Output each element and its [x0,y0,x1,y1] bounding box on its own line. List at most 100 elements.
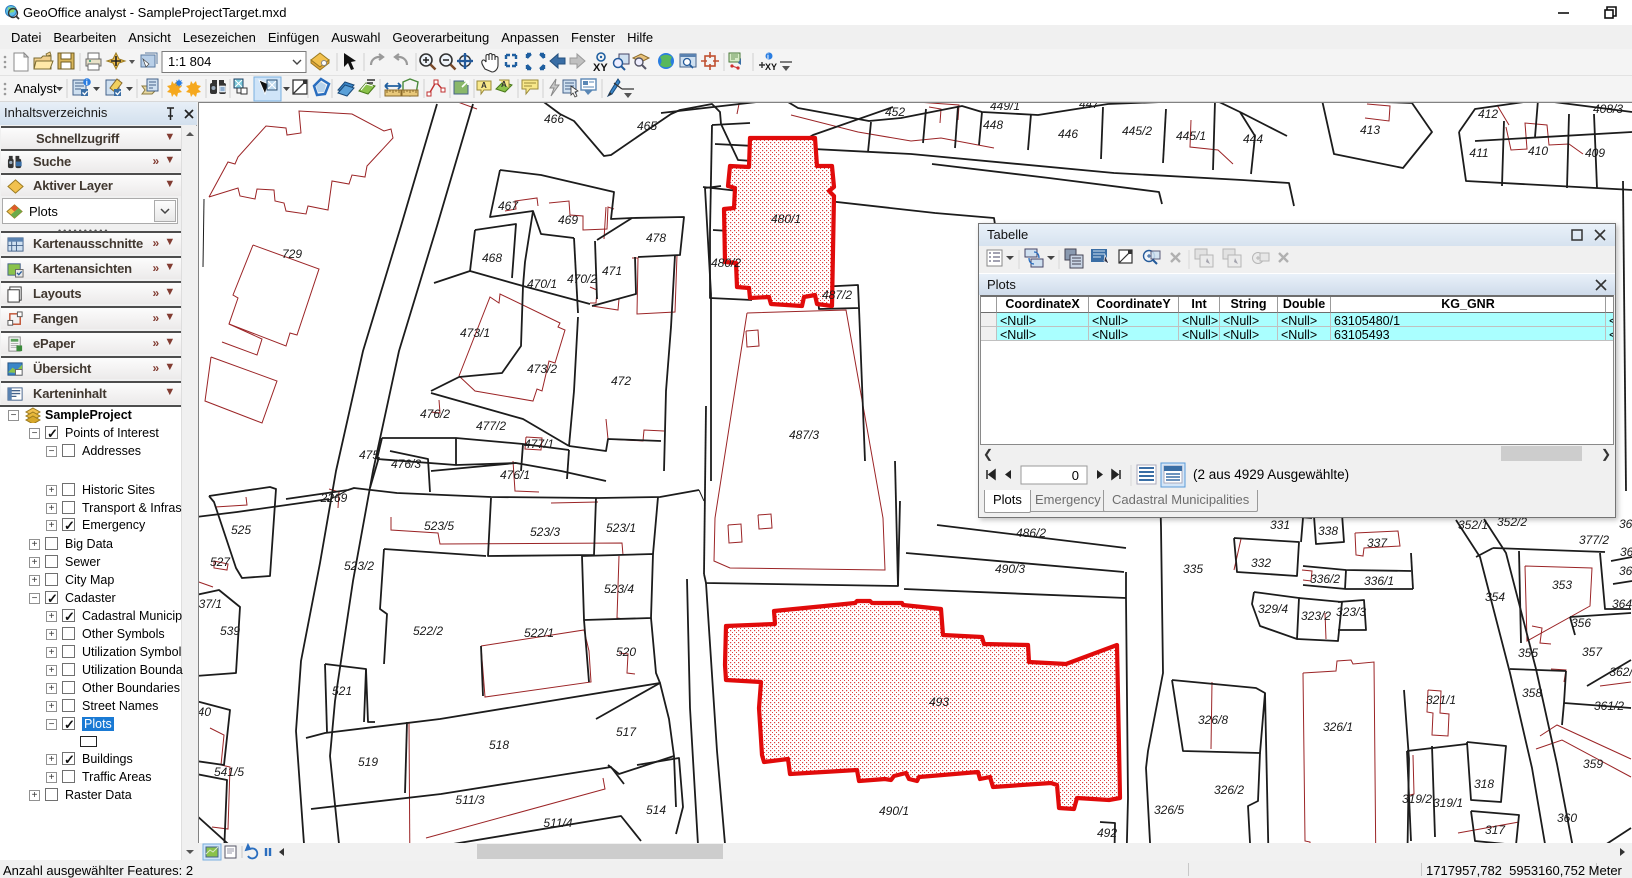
svg-text:445/2: 445/2 [1122,124,1152,138]
svg-text:336/2: 336/2 [1310,572,1340,586]
svg-text:447: 447 [1079,103,1100,111]
svg-text:356: 356 [1571,616,1591,630]
svg-text:540: 540 [199,705,211,719]
svg-text:448: 448 [983,118,1003,132]
svg-text:326/5: 326/5 [1154,803,1184,817]
svg-text:338: 338 [1318,524,1338,538]
svg-text:537/1: 537/1 [199,597,222,611]
svg-text:522/2: 522/2 [413,624,443,638]
svg-text:377/2: 377/2 [1579,533,1609,547]
svg-text:518: 518 [489,738,509,752]
svg-text:364: 364 [1612,597,1632,611]
svg-text:XY: XY [593,62,608,74]
svg-text:486/2: 486/2 [1016,526,1046,540]
svg-text:490/1: 490/1 [879,804,909,818]
svg-text:317: 317 [1485,823,1506,837]
svg-text:2269: 2269 [320,491,348,505]
svg-text:365: 365 [1619,564,1632,578]
svg-text:XY: XY [765,62,777,72]
svg-text:475: 475 [359,448,379,462]
svg-text:449/1: 449/1 [990,103,1020,113]
svg-text:511/3: 511/3 [455,793,484,807]
svg-text:336/1: 336/1 [1364,574,1394,588]
svg-text:468: 468 [482,251,502,265]
svg-text:337: 337 [1367,536,1388,550]
svg-text:473/2: 473/2 [527,362,557,376]
svg-text:465: 465 [637,119,657,133]
svg-text:523/5: 523/5 [424,519,454,533]
svg-text:487/2: 487/2 [822,288,852,302]
svg-text:470/2: 470/2 [567,272,597,286]
svg-text:1:1 804: 1:1 804 [168,54,211,69]
svg-text:472: 472 [611,374,631,388]
svg-text:480/1: 480/1 [771,212,801,226]
svg-text:446: 446 [1058,127,1078,141]
svg-text:523/1: 523/1 [606,521,636,535]
svg-text:354: 354 [1485,590,1505,604]
svg-text:352/1: 352/1 [1458,518,1488,532]
svg-text:521: 521 [332,684,352,698]
svg-text:323/2: 323/2 [1301,609,1331,623]
svg-text:357: 357 [1582,645,1603,659]
svg-text:473/1: 473/1 [460,326,490,340]
svg-text:410: 410 [1528,144,1548,158]
svg-text:477/2: 477/2 [476,419,506,433]
svg-text:(2 aus 4929 Ausgewählte): (2 aus 4929 Ausgewählte) [1193,467,1349,482]
svg-text:511/4: 511/4 [543,816,572,830]
svg-text:523/3: 523/3 [530,525,560,539]
svg-text:329/4: 329/4 [1258,602,1288,616]
svg-text:412: 412 [1478,107,1498,121]
svg-text:469: 469 [558,213,578,227]
svg-text:477/1: 477/1 [524,437,554,451]
svg-text:0: 0 [1072,468,1079,483]
svg-text:411: 411 [1469,146,1488,160]
svg-text:487/3: 487/3 [789,428,819,442]
svg-text:522/1: 522/1 [524,626,554,640]
svg-text:408/3: 408/3 [1593,103,1623,116]
svg-text:i: i [767,54,769,61]
svg-text:478: 478 [646,231,666,245]
svg-text:413: 413 [1360,123,1380,137]
svg-text:519: 519 [358,755,378,769]
svg-text:466: 466 [544,112,564,126]
svg-text:490/3: 490/3 [995,562,1025,576]
svg-text:A: A [481,81,487,90]
svg-text:541/5: 541/5 [214,765,244,779]
svg-text:335: 335 [1183,562,1203,576]
svg-text:514: 514 [646,803,666,817]
svg-text:326/1: 326/1 [1323,720,1353,734]
svg-text:527: 527 [210,555,231,569]
svg-text:517: 517 [616,725,637,739]
svg-text:539: 539 [220,624,240,638]
svg-text:361/2: 361/2 [1594,699,1624,713]
svg-text:476/3: 476/3 [391,457,421,471]
svg-text:523/4: 523/4 [604,582,634,596]
svg-text:493: 493 [929,695,949,709]
svg-text:445/1: 445/1 [1176,129,1206,143]
svg-text:368: 368 [1619,517,1632,531]
svg-text:326/2: 326/2 [1214,783,1244,797]
svg-text:520: 520 [616,645,636,659]
svg-text:476/2: 476/2 [420,407,450,421]
svg-text:319/2: 319/2 [1402,792,1432,806]
svg-text:326/8: 326/8 [1198,713,1228,727]
svg-text:367: 367 [1620,545,1632,559]
svg-text:467: 467 [498,199,519,213]
svg-text:525: 525 [231,523,251,537]
svg-text:i: i [86,78,88,87]
svg-text:323/3: 323/3 [1336,605,1366,619]
svg-text:476/1: 476/1 [500,468,530,482]
svg-text:355: 355 [1518,646,1538,660]
svg-text:480/2: 480/2 [711,256,741,270]
svg-text:332: 332 [1251,556,1271,570]
svg-text:359: 359 [1583,757,1603,771]
svg-text:729: 729 [282,247,302,261]
svg-text:321/1: 321/1 [1426,693,1456,707]
svg-text:492: 492 [1097,826,1117,840]
svg-text:331: 331 [1270,518,1290,532]
svg-text:358: 358 [1522,686,1542,700]
svg-text:471: 471 [602,264,622,278]
svg-text:353: 353 [1552,578,1572,592]
svg-text:470/1: 470/1 [527,277,557,291]
svg-text:318: 318 [1474,777,1494,791]
